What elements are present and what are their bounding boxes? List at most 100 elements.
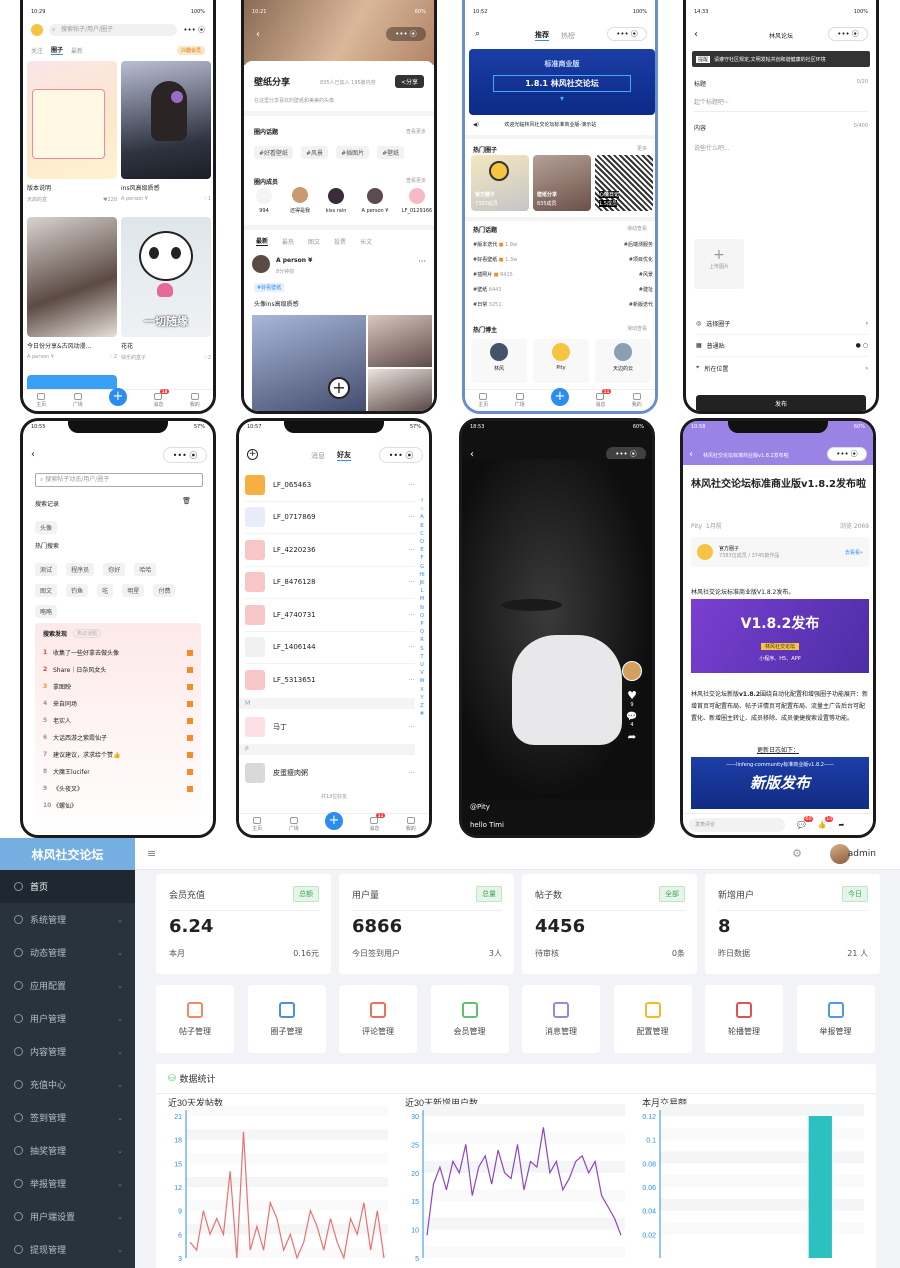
friend-item[interactable]: LF_8476128 ··· [245, 567, 415, 599]
topic-row[interactable]: #日常 3251 #新版迭代 [473, 297, 653, 312]
subtab-long[interactable]: 长文 [360, 237, 372, 246]
friend-item[interactable]: LF_065463 ··· [245, 469, 415, 502]
add-post-button[interactable]: + [550, 387, 569, 406]
back-icon[interactable]: ‹ [689, 449, 693, 460]
back-icon[interactable]: ‹ [256, 29, 260, 40]
quick-link-button[interactable]: 圈子管理 [247, 985, 326, 1053]
comment-icon[interactable]: 💬 [622, 712, 642, 722]
host-card[interactable]: Pity [533, 339, 589, 383]
comment-icon[interactable]: 💬 60 [797, 815, 813, 829]
add-post-button[interactable]: + [108, 387, 127, 406]
tab-friends[interactable]: 好友 [337, 450, 351, 461]
discover-item[interactable]: 4 来自同场 [43, 695, 193, 712]
sidebar-item[interactable]: 举报管理 ⌄ [0, 1167, 135, 1200]
post-image[interactable] [252, 315, 366, 411]
friend-item[interactable]: LF_5313651 ··· [245, 664, 415, 697]
share-button[interactable]: <分享 [394, 75, 424, 88]
friend-item[interactable]: 马丁 ··· [245, 713, 415, 741]
capsule-menu[interactable]: ••• ⦿ [607, 27, 647, 41]
video-author[interactable]: @Pity [470, 803, 490, 811]
member-item[interactable]: A person ¥ [356, 187, 394, 214]
tab-home[interactable]: 主页 [252, 817, 262, 832]
hot-chip[interactable]: 哈哈 [134, 563, 157, 576]
sidebar-item[interactable]: 签到管理 ⌄ [0, 1101, 135, 1134]
post-card[interactable]: ins风高级质感 A person ¥ ♡1 [121, 61, 211, 209]
tab-me[interactable]: 我的 [632, 393, 642, 408]
delete-icon[interactable]: 🗑 [182, 497, 191, 505]
tab-hot[interactable]: 热榜 [561, 31, 575, 41]
select-circle-option[interactable]: ◎ 选择圈子 › [696, 313, 868, 335]
tab-me[interactable]: 我的 [406, 817, 416, 832]
host-card[interactable]: 林风 [471, 339, 527, 383]
banner[interactable]: 标准商业版 1.8.1 林风社交论坛 ▾ [469, 49, 655, 115]
topic-chip[interactable]: #插图片 [336, 146, 370, 159]
post-card[interactable]: 一切随缘 花花 快乐的盒子 ♡2 [121, 217, 211, 367]
search-input[interactable]: ⌕ 搜索帖子/用户/圈子 [49, 24, 178, 36]
topic-row[interactable]: #插照片 ■ 8415 #风景 [473, 267, 653, 282]
tab-messages[interactable]: 消息 11 [369, 813, 386, 832]
friend-item[interactable]: 皮蛋瘦肉粥 ··· [245, 759, 415, 787]
like-icon[interactable]: 👍 10 [818, 815, 834, 829]
add-post-button[interactable]: + [324, 811, 343, 830]
user-name[interactable]: admin [848, 849, 876, 859]
sidebar-item[interactable]: 提现管理 ⌄ [0, 1233, 135, 1266]
capsule-menu[interactable]: ••• ⦿ [828, 27, 868, 41]
topic-chip[interactable]: #壁纸 [377, 146, 405, 159]
share-icon[interactable]: ➦ [838, 821, 844, 829]
topic-row[interactable]: #版本迭代 ■ 1.8w #后端测服务 [473, 237, 653, 252]
tab-messages[interactable]: 消息 11 [595, 389, 612, 408]
sidebar-item[interactable]: 抽奖管理 ⌄ [0, 1134, 135, 1167]
friend-item[interactable]: LF_1406144 ··· [245, 632, 415, 664]
member-item[interactable]: 还得是我 [284, 187, 316, 214]
subtab-latest[interactable]: 最新 [256, 236, 269, 246]
article-image[interactable]: ——linfeng-community标准商业版v1.8.2—— 新版发布 [691, 757, 869, 809]
circle-card[interactable]: 壁纸分享 835成员 [533, 155, 591, 211]
tab-home[interactable]: 主页 [36, 393, 46, 408]
capsule-menu[interactable]: ••• ⦿ [379, 447, 423, 463]
tab-square[interactable]: 广场 [515, 393, 525, 408]
tab-messages[interactable]: 消息 [311, 451, 325, 461]
more-icon[interactable]: ··· [418, 257, 426, 266]
tab-recommend[interactable]: 推荐 [535, 30, 549, 41]
capsule-menu[interactable]: ••• ⦿ [386, 27, 426, 41]
quick-link-button[interactable]: 轮播管理 [705, 985, 783, 1053]
post-card-partial[interactable] [27, 375, 117, 389]
hot-chip[interactable]: 程序员 [66, 563, 95, 576]
tab-circles[interactable]: 圈子 [51, 45, 64, 55]
tab-messages[interactable]: 消息 18 [153, 389, 170, 408]
member-item[interactable]: kiss rain [320, 187, 352, 214]
post-image[interactable] [368, 369, 432, 411]
sidebar-item[interactable]: 用户管理 ⌄ [0, 1002, 135, 1035]
sidebar-item[interactable]: 动态管理 ⌄ [0, 936, 135, 969]
capsule-menu[interactable]: ••• ⦿ [827, 447, 867, 461]
host-card[interactable]: 天边的云 [595, 339, 651, 383]
post-image[interactable] [368, 315, 432, 367]
sidebar-item[interactable]: 充值中心 ⌄ [0, 1068, 135, 1101]
history-chip[interactable]: 头像 [35, 521, 58, 534]
author-avatar[interactable] [622, 661, 642, 681]
tab-follow[interactable]: 关注 [31, 46, 43, 55]
upload-image-button[interactable]: + 上传图片 [694, 239, 744, 289]
post-tag[interactable]: #好看壁纸 [254, 283, 285, 292]
tab-square[interactable]: 广场 [289, 817, 299, 832]
video-frame[interactable] [462, 459, 652, 799]
publish-button[interactable]: 发布 [696, 395, 866, 411]
article-image[interactable]: V1.8.2发布 林风社交论坛 小程序、H5、APP [691, 599, 869, 673]
hot-chip[interactable]: 图文 [35, 584, 58, 597]
quick-link-button[interactable]: 帖子管理 [156, 985, 234, 1053]
search-input[interactable]: ⌕ 搜索帖子动态/用户/圈子 [35, 473, 203, 487]
quick-link-button[interactable]: 配置管理 [613, 985, 692, 1053]
back-icon[interactable]: ‹ [31, 449, 35, 460]
post-type-option[interactable]: ▦ 普通贴 ● ○ [696, 335, 868, 357]
subtab-vote[interactable]: 投票 [334, 237, 346, 246]
capsule-menu[interactable]: ••• ⦿ [163, 447, 207, 463]
member-item[interactable]: 994 [248, 187, 280, 214]
hot-chip[interactable]: 明星 [122, 584, 145, 597]
quick-link-button[interactable]: 会员管理 [430, 985, 509, 1053]
tab-square[interactable]: 广场 [73, 393, 83, 408]
friend-item[interactable]: LF_4740731 ··· [245, 599, 415, 632]
discover-item[interactable]: 2 Share｜日杂风女头 [43, 661, 193, 678]
friend-item[interactable]: LF_0717869 ··· [245, 502, 415, 534]
post-card[interactable]: 版本说明 天启的盒 ♥228 [27, 61, 117, 209]
location-option[interactable]: ⌖ 所在位置 › [696, 357, 868, 379]
